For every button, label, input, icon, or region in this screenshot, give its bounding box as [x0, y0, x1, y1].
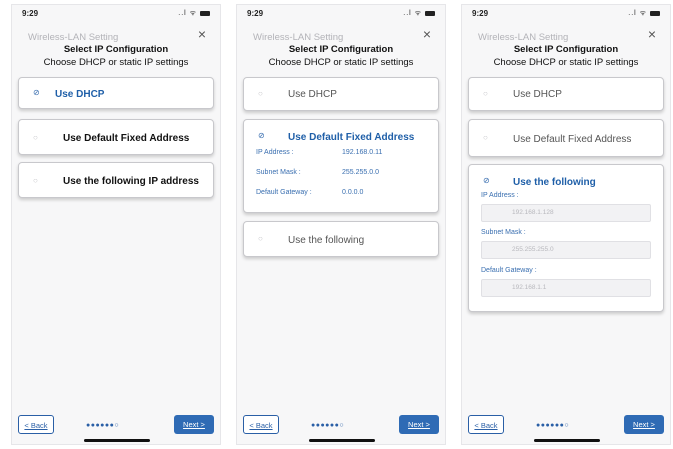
option-following-label: Use the following [288, 235, 365, 246]
battery-icon [200, 10, 210, 16]
battery-icon [425, 10, 435, 16]
status-bar: 9:29 ..l ᯤ [22, 9, 210, 21]
radio-unselected-icon[interactable]: ○ [258, 234, 263, 243]
radio-unselected-icon[interactable]: ○ [258, 89, 263, 98]
phone-screen-dhcp: 9:29 ..l ᯤ Wireless-LAN Setting × Select… [11, 4, 221, 445]
nav-title: Wireless-LAN Setting [28, 32, 119, 43]
battery-icon [650, 10, 660, 16]
close-icon[interactable]: × [198, 27, 206, 41]
option-following-card[interactable]: ⊘ Use the following IP Address : 192.168… [468, 164, 664, 312]
status-icons: ..l ᯤ [403, 9, 435, 18]
page-subtitle: Choose DHCP or static IP settings [43, 57, 189, 68]
next-button[interactable]: Next > [174, 415, 214, 434]
ip-address-label: IP Address : [481, 192, 519, 199]
status-time: 9:29 [247, 9, 264, 18]
close-icon[interactable]: × [648, 27, 656, 41]
page-indicator: ●●●●●●○ [311, 422, 345, 429]
back-button[interactable]: < Back [243, 415, 279, 434]
ip-address-label: IP Address : [256, 149, 294, 156]
default-gateway-input[interactable]: 192.168.1.1 [481, 279, 651, 297]
radio-selected-icon[interactable]: ⊘ [258, 131, 265, 140]
page-indicator: ●●●●●●○ [86, 422, 120, 429]
subnet-mask-input[interactable]: 255.255.255.0 [481, 241, 651, 259]
option-following-label: Use the following IP address [63, 176, 199, 187]
option-fixed-label: Use Default Fixed Address [288, 132, 415, 143]
default-gateway-label: Default Gateway : [256, 189, 312, 196]
radio-unselected-icon[interactable]: ○ [483, 89, 488, 98]
page-indicator: ●●●●●●○ [536, 422, 570, 429]
option-following-card[interactable]: ○ Use the following [243, 221, 439, 257]
radio-unselected-icon[interactable]: ○ [33, 133, 38, 142]
home-indicator [534, 439, 600, 442]
option-fixed-card[interactable]: ○ Use Default Fixed Address [468, 119, 664, 157]
option-dhcp-label: Use DHCP [55, 89, 105, 100]
nav-title: Wireless-LAN Setting [253, 32, 344, 43]
ip-address-value: 192.168.0.11 [342, 149, 383, 156]
next-button[interactable]: Next > [624, 415, 664, 434]
signal-wifi-icon: ..l ᯤ [403, 10, 423, 17]
option-following-label: Use the following [513, 177, 596, 188]
option-dhcp-label: Use DHCP [288, 89, 337, 100]
status-bar: 9:29 ..l ᯤ [247, 9, 435, 21]
phone-screen-following: 9:29 ..l ᯤ Wireless-LAN Setting × Select… [461, 4, 671, 445]
option-following-card[interactable]: ○ Use the following IP address [18, 162, 214, 198]
option-fixed-card[interactable]: ⊘ Use Default Fixed Address IP Address :… [243, 119, 439, 213]
ip-address-input[interactable]: 192.168.1.128 [481, 204, 651, 222]
radio-selected-icon[interactable]: ⊘ [33, 88, 40, 97]
subnet-mask-label: Subnet Mask : [256, 169, 301, 176]
status-icons: ..l ᯤ [628, 9, 660, 18]
page-subtitle: Choose DHCP or static IP settings [268, 57, 414, 68]
option-dhcp-card[interactable]: ○ Use DHCP [243, 77, 439, 111]
option-dhcp-card[interactable]: ⊘ Use DHCP [18, 77, 214, 109]
subnet-mask-value: 255.255.0.0 [342, 169, 379, 176]
status-time: 9:29 [22, 9, 39, 18]
option-fixed-label: Use Default Fixed Address [513, 134, 632, 145]
page-title: Select IP Configuration [63, 44, 169, 55]
page-subtitle: Choose DHCP or static IP settings [493, 57, 639, 68]
signal-wifi-icon: ..l ᯤ [178, 10, 198, 17]
signal-wifi-icon: ..l ᯤ [628, 10, 648, 17]
option-fixed-label: Use Default Fixed Address [63, 133, 190, 144]
phone-screen-fixed: 9:29 ..l ᯤ Wireless-LAN Setting × Select… [236, 4, 446, 445]
nav-title: Wireless-LAN Setting [478, 32, 569, 43]
back-button[interactable]: < Back [18, 415, 54, 434]
page-title: Select IP Configuration [288, 44, 394, 55]
status-bar: 9:29 ..l ᯤ [472, 9, 660, 21]
next-button[interactable]: Next > [399, 415, 439, 434]
option-fixed-card[interactable]: ○ Use Default Fixed Address [18, 119, 214, 155]
option-dhcp-label: Use DHCP [513, 89, 562, 100]
default-gateway-label: Default Gateway : [481, 267, 537, 274]
close-icon[interactable]: × [423, 27, 431, 41]
radio-unselected-icon[interactable]: ○ [33, 176, 38, 185]
back-button[interactable]: < Back [468, 415, 504, 434]
home-indicator [84, 439, 150, 442]
status-time: 9:29 [472, 9, 489, 18]
page-title: Select IP Configuration [513, 44, 619, 55]
status-icons: ..l ᯤ [178, 9, 210, 18]
subnet-mask-label: Subnet Mask : [481, 229, 526, 236]
default-gateway-value: 0.0.0.0 [342, 189, 364, 196]
radio-selected-icon[interactable]: ⊘ [483, 176, 490, 185]
home-indicator [309, 439, 375, 442]
option-dhcp-card[interactable]: ○ Use DHCP [468, 77, 664, 111]
radio-unselected-icon[interactable]: ○ [483, 133, 488, 142]
